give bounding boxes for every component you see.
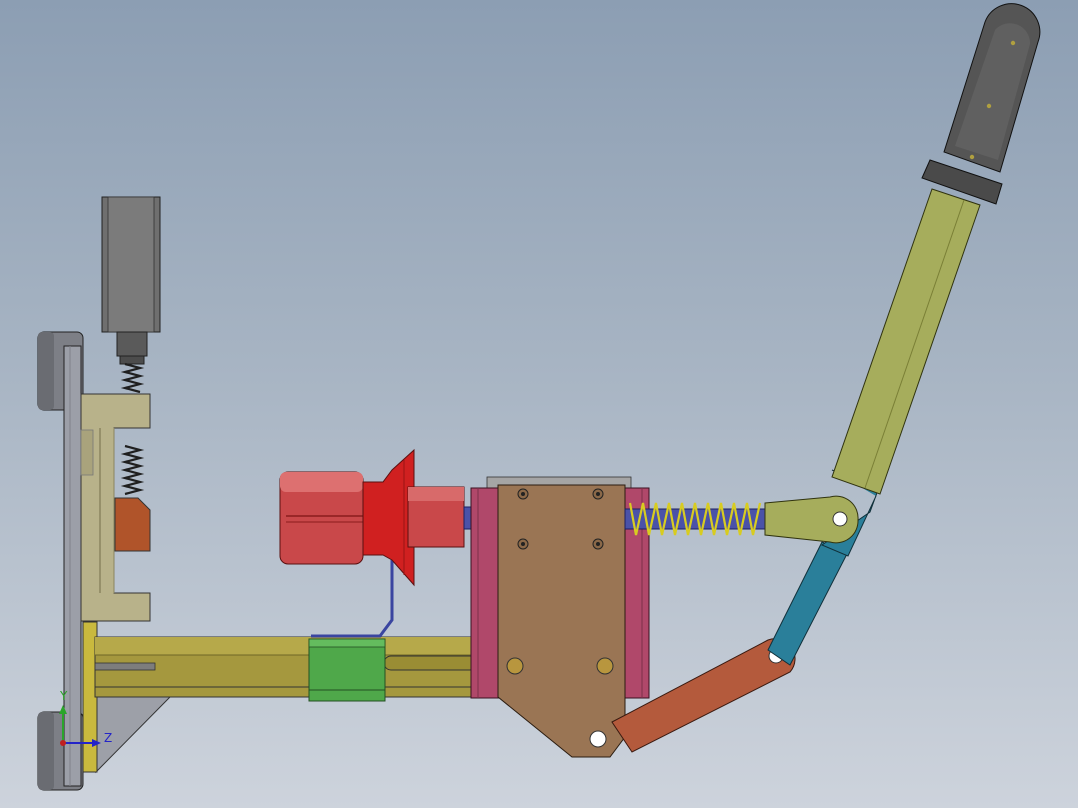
actuator-cylinder[interactable]: [101, 196, 161, 365]
lever-arm[interactable]: [831, 188, 981, 495]
mounting-plate: [63, 345, 82, 787]
red-knob[interactable]: [279, 448, 465, 587]
y-axis-label: Y: [59, 689, 68, 703]
clamp-jaw: [114, 497, 151, 552]
mounting-bracket[interactable]: [497, 484, 626, 758]
cad-viewport[interactable]: Y Z: [0, 0, 1078, 808]
clevis[interactable]: [764, 495, 859, 544]
triad-origin: [60, 740, 66, 746]
grip-handle[interactable]: [921, 3, 1041, 205]
assembly-drawing: Y Z: [37, 3, 1041, 791]
actuator-spring: [120, 362, 145, 496]
slider-block[interactable]: [308, 638, 386, 702]
z-axis-label: Z: [104, 731, 112, 745]
slide-rail[interactable]: [82, 621, 496, 773]
